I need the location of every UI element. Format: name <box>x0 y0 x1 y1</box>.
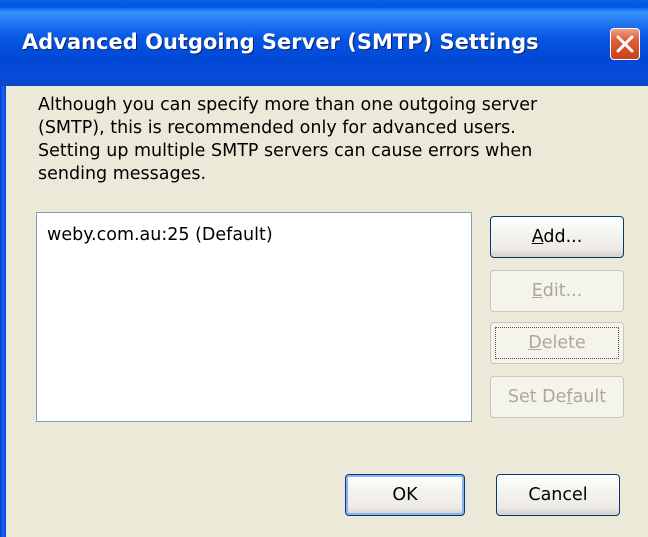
close-icon <box>616 35 634 53</box>
close-button[interactable] <box>610 28 640 60</box>
cancel-button[interactable]: Cancel <box>496 474 620 516</box>
description-line: Setting up multiple SMTP servers can cau… <box>38 141 533 161</box>
description-line: sending messages. <box>38 164 207 184</box>
smtp-server-list[interactable]: weby.com.au:25 (Default) <box>36 212 472 422</box>
add-button[interactable]: Add... <box>490 216 624 258</box>
delete-button[interactable]: Delete <box>490 322 624 364</box>
ok-button[interactable]: OK <box>345 474 465 516</box>
delete-button-label: Delete <box>528 333 586 353</box>
description-line: (SMTP), this is recommended only for adv… <box>38 118 516 138</box>
add-button-label: Add... <box>531 227 583 247</box>
smtp-settings-dialog: Advanced Outgoing Server (SMTP) Settings… <box>0 0 648 537</box>
description-line: Although you can specify more than one o… <box>38 95 538 115</box>
title-bar[interactable]: Advanced Outgoing Server (SMTP) Settings <box>0 0 648 86</box>
set-default-button-label: Set Default <box>507 387 607 407</box>
list-item[interactable]: weby.com.au:25 (Default) <box>47 225 273 245</box>
edit-button[interactable]: Edit... <box>490 270 624 312</box>
dialog-title: Advanced Outgoing Server (SMTP) Settings <box>22 30 539 54</box>
edit-button-label: Edit... <box>531 281 583 301</box>
set-default-button[interactable]: Set Default <box>490 376 624 418</box>
description-text: Although you can specify more than one o… <box>38 94 618 186</box>
